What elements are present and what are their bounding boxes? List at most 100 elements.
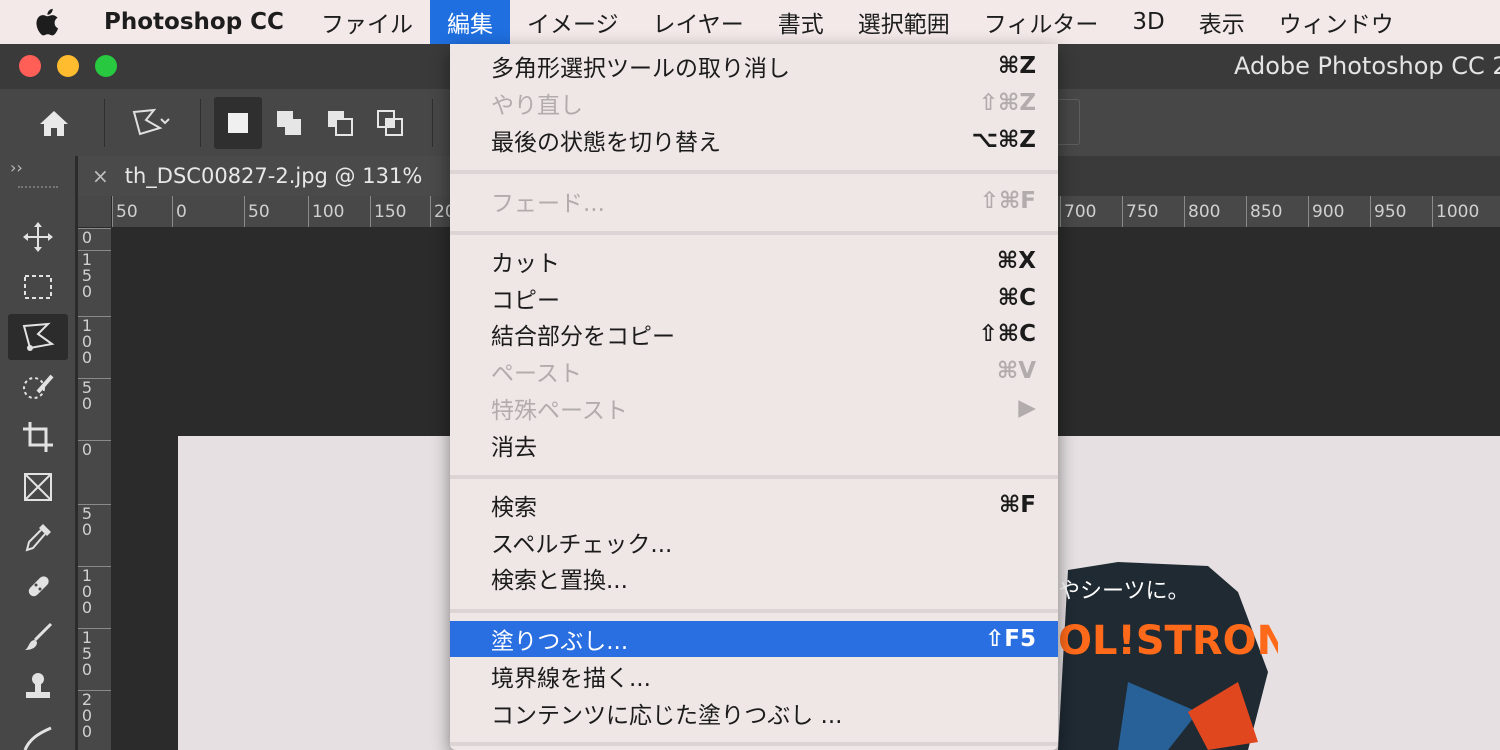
ruler-tick: [1432, 196, 1433, 227]
tool-preset-picker[interactable]: [112, 97, 188, 149]
intersect-selection-icon[interactable]: [366, 97, 414, 149]
select-and-mask-button-edge[interactable]: [1058, 99, 1080, 145]
panel-grip[interactable]: [18, 186, 58, 191]
package-text-line2: OL!STRONG: [1058, 618, 1278, 664]
crop-tool-icon[interactable]: [8, 414, 68, 460]
ruler-tick: [1060, 196, 1061, 227]
menu-select[interactable]: 選択範囲: [841, 0, 967, 44]
move-tool-icon[interactable]: [8, 214, 68, 260]
menu-item-fade[interactable]: フェード... ⇧⌘F: [450, 183, 1058, 219]
menu-item-content-aware-fill[interactable]: コンテンツに応じた塗りつぶし ...: [450, 695, 1058, 731]
menu-filter[interactable]: フィルター: [967, 0, 1116, 44]
ruler-tick: [1370, 196, 1371, 227]
menu-separator: [450, 475, 1058, 479]
menu-type[interactable]: 書式: [761, 0, 841, 44]
menu-item-fill[interactable]: 塗りつぶし... ⇧F5: [450, 621, 1058, 657]
menu-item-stroke[interactable]: 境界線を描く...: [450, 658, 1058, 694]
menu-item-paste-special[interactable]: 特殊ペースト ▶: [450, 390, 1058, 426]
menu-3d[interactable]: 3D: [1115, 0, 1181, 44]
menu-item-find[interactable]: 検索 ⌘F: [450, 487, 1058, 523]
ruler-tick: [1308, 196, 1309, 227]
home-icon[interactable]: [30, 97, 78, 149]
menu-item-copy-merged[interactable]: 結合部分をコピー ⇧⌘C: [450, 316, 1058, 352]
healing-brush-tool-icon[interactable]: [8, 564, 68, 610]
ruler-label: 50: [248, 202, 270, 222]
add-to-selection-icon[interactable]: [265, 97, 313, 149]
ruler-label: 0: [81, 520, 93, 539]
menu-item-redo[interactable]: やり直し ⇧⌘Z: [450, 85, 1058, 121]
ruler-label: 700: [1064, 202, 1097, 222]
minimize-window-button[interactable]: [57, 55, 79, 77]
ruler-tick: [172, 196, 173, 227]
ruler-label: 150: [374, 202, 407, 222]
close-tab-icon[interactable]: ×: [92, 164, 109, 188]
document-tab[interactable]: × th_DSC00827-2.jpg @ 131%: [78, 156, 450, 196]
menu-item-spell-check[interactable]: スペルチェック...: [450, 524, 1058, 560]
ruler-tick: [308, 196, 309, 227]
menu-window[interactable]: ウィンドウ: [1262, 0, 1411, 44]
polygonal-lasso-icon: [132, 108, 170, 136]
polygonal-lasso-tool-icon[interactable]: [8, 314, 68, 360]
ruler-tick: [1122, 196, 1123, 227]
vertical-ruler[interactable]: 015010050050100150200: [78, 228, 112, 750]
ruler-label: 850: [1250, 202, 1283, 222]
collapse-panel-icon[interactable]: ››: [10, 158, 23, 177]
clone-stamp-tool-icon[interactable]: [8, 664, 68, 710]
menu-edit[interactable]: 編集: [429, 0, 510, 44]
ruler-label: 0: [81, 722, 93, 741]
ruler-corner[interactable]: [78, 196, 112, 228]
menu-item-clear[interactable]: 消去: [450, 427, 1058, 463]
document-tab-label: th_DSC00827-2.jpg @ 131%: [124, 164, 423, 188]
options-divider: [200, 99, 201, 147]
brush-tool-icon[interactable]: [8, 614, 68, 660]
menu-image[interactable]: イメージ: [510, 0, 636, 44]
window-title: Adobe Photoshop CC 2: [1234, 52, 1500, 80]
ruler-label: 750: [1126, 202, 1159, 222]
marquee-tool-icon[interactable]: [8, 264, 68, 310]
product-package-image: やシーツに。 OL!STRONG: [1058, 562, 1323, 750]
menu-file[interactable]: ファイル: [304, 0, 430, 44]
ruler-label: 0: [81, 394, 93, 413]
ruler-label: 800: [1188, 202, 1221, 222]
ruler-label: 0: [81, 660, 93, 679]
menu-view[interactable]: 表示: [1182, 0, 1262, 44]
ruler-tick: [1246, 196, 1247, 227]
ruler-label: 900: [1312, 202, 1345, 222]
menu-layer[interactable]: レイヤー: [635, 0, 760, 44]
submenu-arrow-icon: ▶: [1018, 395, 1036, 421]
menu-item-find-replace[interactable]: 検索と置換...: [450, 560, 1058, 596]
zoom-window-button[interactable]: [95, 55, 117, 77]
ruler-label: 0: [81, 440, 93, 459]
menu-item-undo[interactable]: 多角形選択ツールの取り消し ⌘Z: [450, 48, 1058, 84]
close-window-button[interactable]: [19, 55, 41, 77]
edit-menu-dropdown: 多角形選択ツールの取り消し ⌘Z やり直し ⇧⌘Z 最後の状態を切り替え ⌥⌘Z フェ…: [450, 44, 1058, 750]
ruler-label: 50: [116, 202, 138, 222]
ruler-label: 0: [81, 598, 93, 617]
frame-tool-icon[interactable]: [8, 464, 68, 510]
menu-item-copy[interactable]: コピー ⌘C: [450, 280, 1058, 316]
options-divider: [104, 99, 105, 147]
quick-selection-tool-icon[interactable]: [8, 364, 68, 410]
menubar: Photoshop CC ファイル 編集 イメージ レイヤー 書式 選択範囲 フ…: [0, 0, 1500, 44]
new-selection-icon[interactable]: [214, 97, 262, 149]
ruler-tick: [1184, 196, 1185, 227]
ruler-label: 0: [81, 348, 93, 367]
apple-menu-icon[interactable]: [0, 0, 94, 44]
tools-panel: ››: [0, 156, 76, 750]
menu-item-paste[interactable]: ペースト ⌘V: [450, 353, 1058, 389]
ruler-label: 0: [81, 282, 93, 301]
ruler-tick: [112, 196, 113, 227]
eyedropper-tool-icon[interactable]: [8, 514, 68, 560]
options-divider: [432, 99, 433, 147]
menu-item-cut[interactable]: カット ⌘X: [450, 243, 1058, 279]
ruler-label: 0: [176, 202, 187, 222]
menu-separator: [450, 742, 1058, 746]
menu-item-toggle-last-state[interactable]: 最後の状態を切り替え ⌥⌘Z: [450, 122, 1058, 158]
ruler-tick: [244, 196, 245, 227]
history-brush-tool-icon[interactable]: [8, 714, 68, 750]
menu-app-name[interactable]: Photoshop CC: [94, 0, 304, 44]
ruler-label: 950: [1374, 202, 1407, 222]
menu-separator: [450, 170, 1058, 174]
package-text-line1: やシーツに。: [1058, 579, 1190, 604]
subtract-from-selection-icon[interactable]: [316, 97, 364, 149]
